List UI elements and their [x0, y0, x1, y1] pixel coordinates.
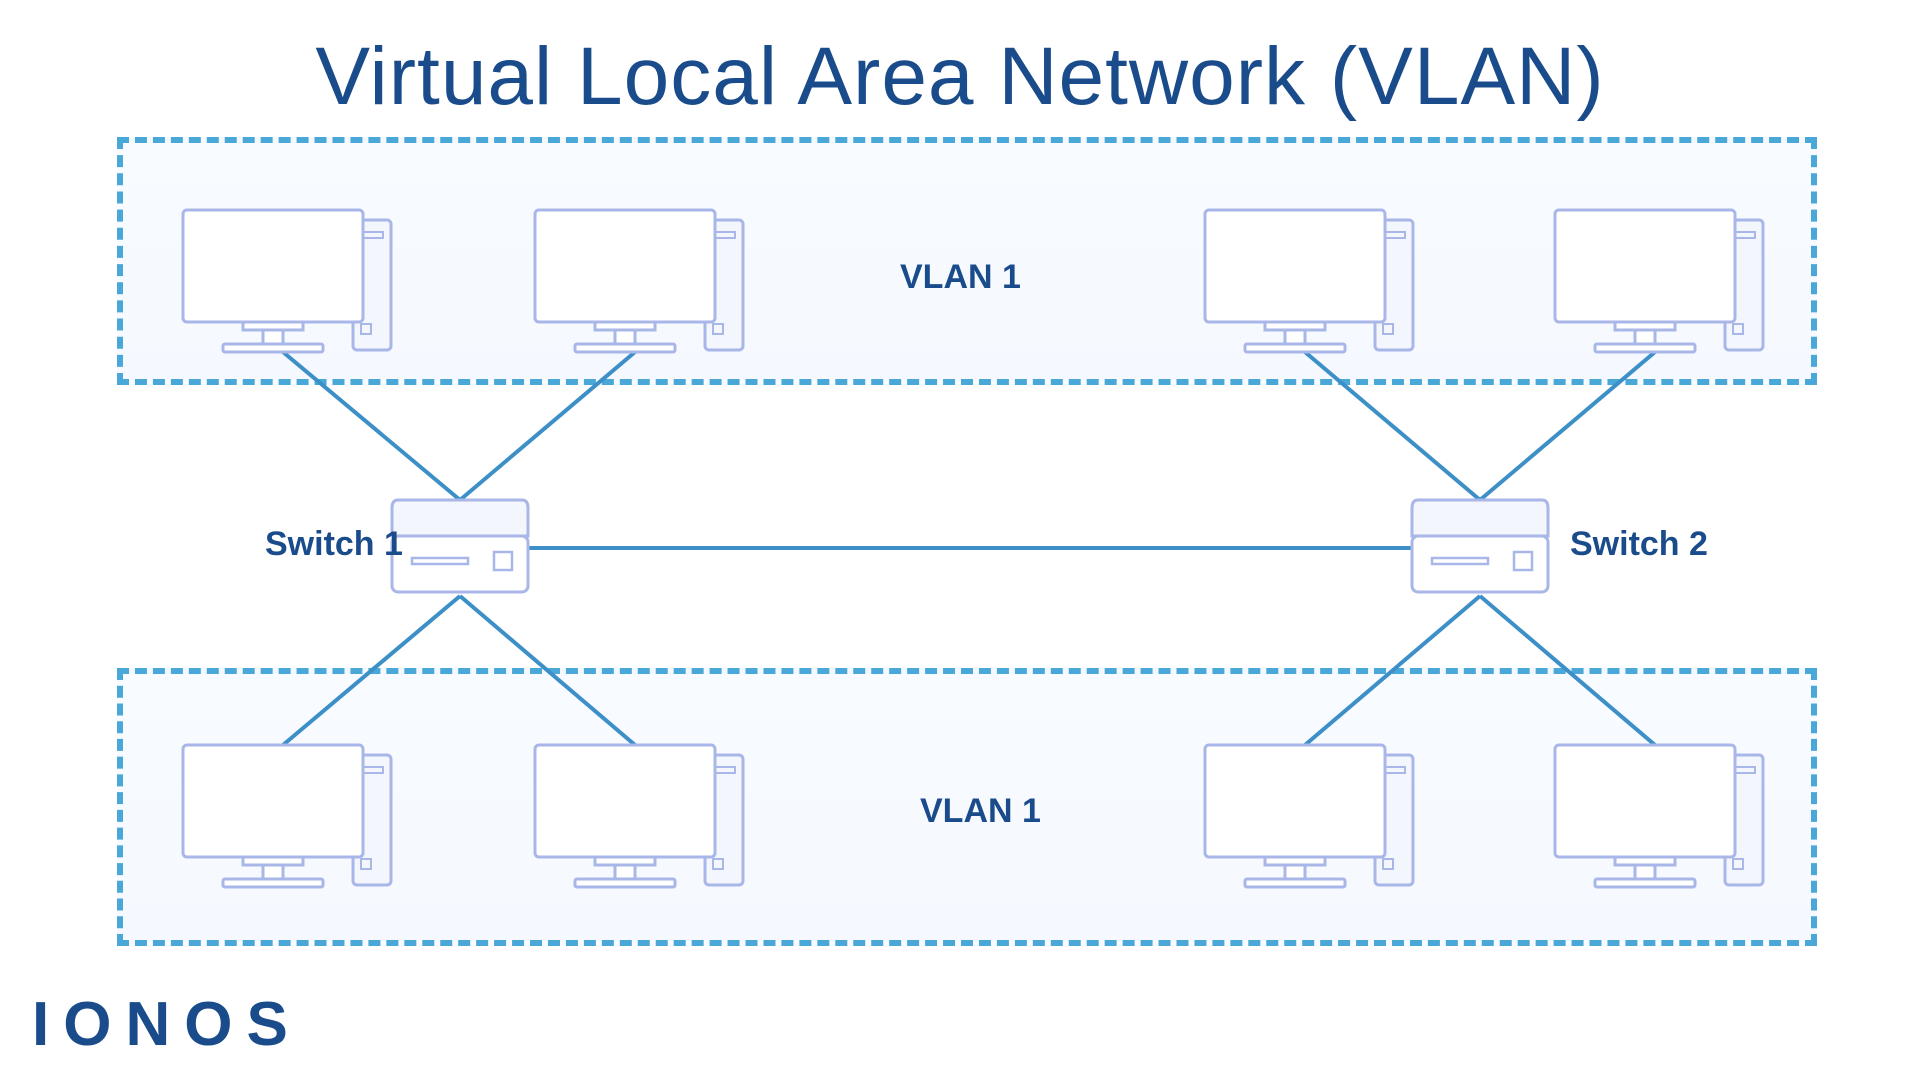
brand-logo: IONOS [32, 989, 302, 1060]
switch-icon [392, 500, 528, 592]
switch1-label: Switch 1 [265, 525, 403, 564]
vlan-bottom-label: VLAN 1 [920, 792, 1041, 831]
diagram-title: Virtual Local Area Network (VLAN) [0, 30, 1920, 124]
vlan-top-label: VLAN 1 [900, 258, 1021, 297]
switch2-label: Switch 2 [1570, 525, 1708, 564]
switch-icon [1412, 500, 1548, 592]
